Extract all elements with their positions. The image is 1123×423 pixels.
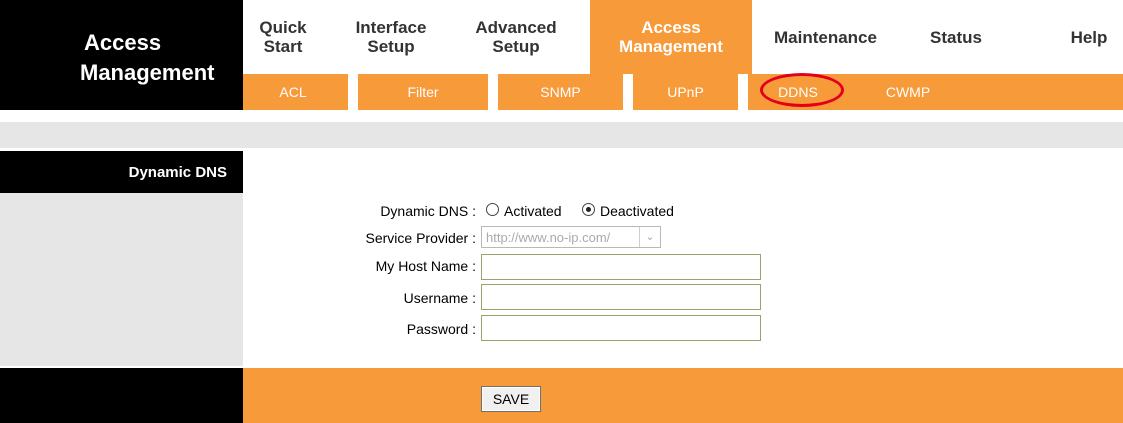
deactivated-radio[interactable] xyxy=(582,203,595,216)
host-name-label: My Host Name : xyxy=(375,258,476,274)
divider-strip xyxy=(0,122,1123,148)
sub-nav: ACL Filter SNMP UPnP DDNS CWMP xyxy=(243,74,1123,110)
service-provider-value: http://www.no-ip.com/ xyxy=(486,230,611,245)
nav-label: Access xyxy=(641,18,701,37)
ddns-highlight-circle xyxy=(760,73,844,107)
nav-advanced-setup[interactable]: Advanced Setup xyxy=(460,0,572,74)
title-line-1: Access xyxy=(84,30,162,55)
service-provider-select[interactable]: http://www.no-ip.com/ ⌄ xyxy=(481,226,661,248)
password-input[interactable] xyxy=(481,315,761,341)
nav-label: Status xyxy=(930,27,982,47)
nav-label: Management xyxy=(619,37,723,56)
chevron-down-icon: ⌄ xyxy=(639,227,660,247)
nav-label: Quick xyxy=(259,18,307,37)
nav-label: Maintenance xyxy=(774,27,877,47)
host-name-input[interactable] xyxy=(481,254,761,280)
page-title: Access Management xyxy=(0,0,243,110)
footer-left xyxy=(0,368,243,423)
nav-maintenance[interactable]: Maintenance xyxy=(758,0,893,74)
subnav-divider xyxy=(488,74,498,110)
subnav-divider xyxy=(348,74,358,110)
footer-bar xyxy=(243,368,1123,423)
activated-radio[interactable] xyxy=(486,203,499,216)
username-input[interactable] xyxy=(481,284,761,310)
subnav-cwmp[interactable]: CWMP xyxy=(863,74,953,110)
nav-label: Advanced xyxy=(475,18,557,37)
subnav-divider xyxy=(738,74,748,110)
nav-quick-start[interactable]: Quick Start xyxy=(243,0,323,74)
section-title: Dynamic DNS xyxy=(0,151,243,193)
deactivated-label: Deactivated xyxy=(600,203,674,219)
nav-label: Setup xyxy=(492,37,540,56)
subnav-filter[interactable]: Filter xyxy=(358,74,488,110)
nav-status[interactable]: Status xyxy=(911,0,1001,74)
password-label: Password : xyxy=(406,321,476,337)
save-button[interactable]: SAVE xyxy=(481,386,541,412)
subnav-snmp[interactable]: SNMP xyxy=(498,74,623,110)
activated-label: Activated xyxy=(504,203,562,219)
nav-label: Start xyxy=(263,37,303,56)
title-line-2: Management xyxy=(80,60,215,85)
nav-help[interactable]: Help xyxy=(1055,0,1123,74)
nav-label: Setup xyxy=(367,37,415,56)
left-panel xyxy=(0,193,243,366)
main-nav: Quick Start Interface Setup Advanced Setup … xyxy=(243,0,1123,74)
dynamic-dns-label: Dynamic DNS : xyxy=(380,203,476,219)
username-label: Username : xyxy=(403,290,476,306)
nav-label: Help xyxy=(1070,27,1108,47)
nav-label: Interface xyxy=(355,18,427,37)
service-provider-label: Service Provider : xyxy=(365,230,476,246)
nav-interface-setup[interactable]: Interface Setup xyxy=(339,0,443,74)
subnav-divider xyxy=(623,74,633,110)
nav-access-management[interactable]: Access Management xyxy=(590,0,752,74)
subnav-upnp[interactable]: UPnP xyxy=(633,74,738,110)
subnav-acl[interactable]: ACL xyxy=(243,74,343,110)
